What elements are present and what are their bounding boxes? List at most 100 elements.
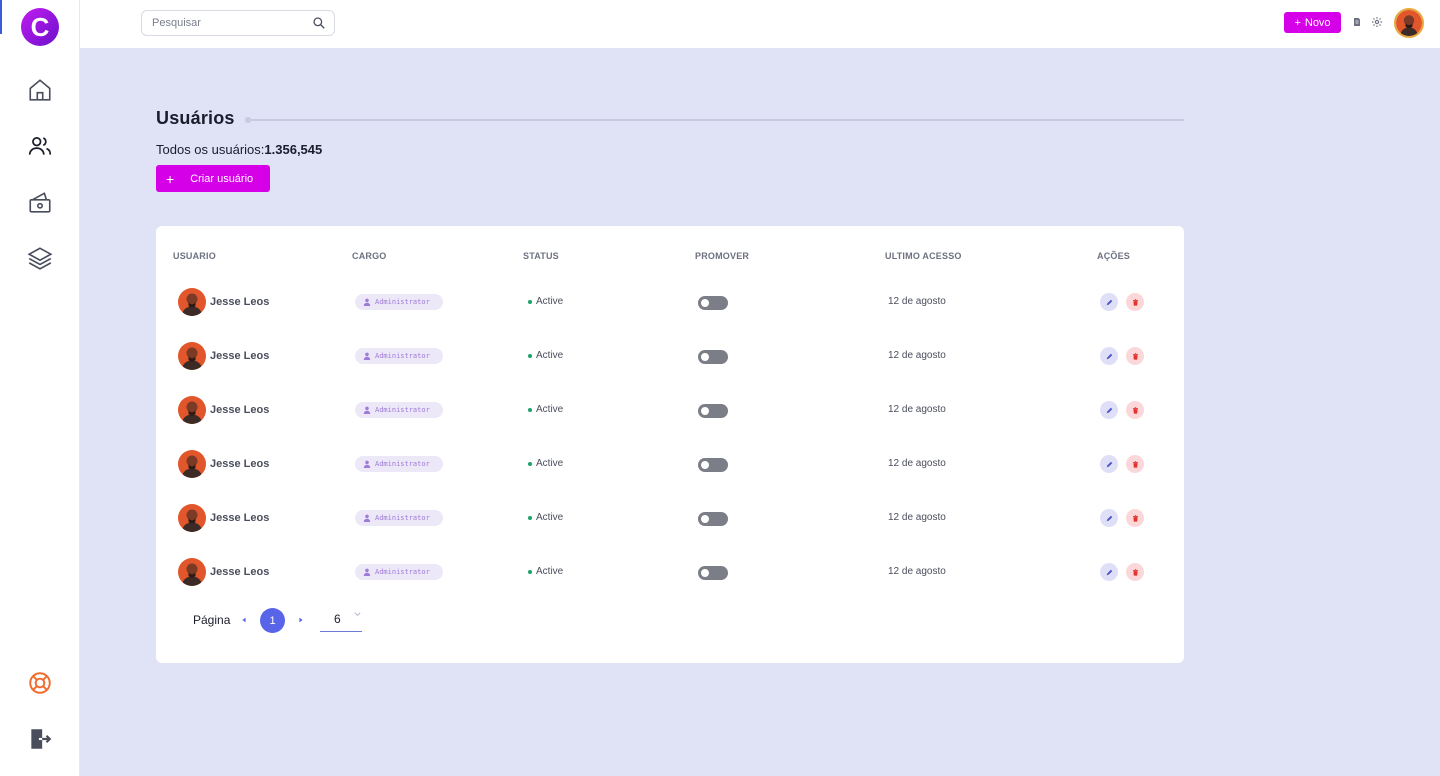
trash-icon [1132, 406, 1138, 414]
search-input[interactable] [142, 11, 302, 35]
status-label: Active [536, 458, 564, 469]
role-label: Administrator [375, 352, 430, 360]
user-name: Jesse Leos [210, 296, 270, 308]
pagination-label: Página [193, 613, 231, 627]
home-icon[interactable] [26, 76, 54, 104]
promote-toggle[interactable] [698, 458, 728, 472]
toggle-knob [701, 299, 709, 307]
status-indicator: Active [528, 350, 563, 361]
status-indicator: Active [528, 296, 563, 307]
plus-icon: + [166, 170, 175, 187]
status-dot [528, 299, 532, 304]
edit-button[interactable] [1100, 347, 1118, 365]
table-row: Jesse Leos Administrator Active 12 de ag… [156, 287, 1184, 341]
delete-button[interactable] [1126, 347, 1144, 365]
topbar: + Novo [80, 0, 1440, 48]
delete-button[interactable] [1126, 455, 1144, 473]
status-dot [528, 353, 532, 358]
header-status: STATUS [523, 251, 559, 261]
create-user-label: Criar usuário [190, 172, 254, 185]
page-title: Usuários [156, 108, 235, 128]
delete-button[interactable] [1126, 293, 1144, 311]
delete-button[interactable] [1126, 509, 1144, 527]
edit-button[interactable] [1100, 401, 1118, 419]
edit-button[interactable] [1100, 293, 1118, 311]
edit-button[interactable] [1100, 509, 1118, 527]
header-ultimo-acesso: ULTIMO ACESSO [885, 251, 962, 261]
page-button-current[interactable]: 1 [260, 608, 285, 633]
trash-icon [1132, 298, 1138, 306]
new-button[interactable]: + Novo [1284, 12, 1341, 33]
toggle-knob [701, 569, 709, 577]
layers-icon[interactable] [26, 244, 54, 272]
toggle-knob [701, 461, 709, 469]
header-cargo: CARGO [352, 251, 387, 261]
delete-button[interactable] [1126, 401, 1144, 419]
table-row: Jesse Leos Administrator Active 12 de ag… [156, 557, 1184, 611]
trash-icon [1132, 460, 1138, 468]
next-page-icon[interactable] [297, 616, 305, 624]
status-label: Active [536, 512, 564, 523]
user-name: Jesse Leos [210, 458, 270, 470]
pencil-icon [1106, 353, 1112, 359]
toggle-knob [701, 407, 709, 415]
user-avatar [178, 342, 206, 370]
create-user-button[interactable]: + Criar usuário [156, 165, 270, 192]
chevron-down-icon [354, 612, 361, 617]
status-indicator: Active [528, 404, 563, 415]
logo-letter: C [30, 11, 50, 42]
status-dot [528, 407, 532, 412]
user-icon [363, 406, 371, 414]
role-label: Administrator [375, 406, 430, 414]
user-avatar[interactable] [1394, 8, 1424, 38]
wallet-icon[interactable] [26, 188, 54, 216]
user-name: Jesse Leos [210, 350, 270, 362]
delete-button[interactable] [1126, 563, 1144, 581]
status-indicator: Active [528, 458, 563, 469]
promote-toggle[interactable] [698, 512, 728, 526]
users-total: Todos os usuários:1.356,545 [156, 142, 322, 157]
notification-icon[interactable] [1351, 16, 1363, 28]
status-label: Active [536, 296, 564, 307]
user-avatar [178, 288, 206, 316]
header-promover: PROMOVER [695, 251, 750, 261]
search-box[interactable] [141, 10, 335, 36]
promote-toggle[interactable] [698, 566, 728, 580]
status-indicator: Active [528, 566, 563, 577]
title-divider [247, 119, 1184, 121]
role-badge: Administrator [355, 348, 443, 364]
header-usuario: USUARIO [173, 251, 216, 261]
user-icon [363, 514, 371, 522]
last-access: 12 de agosto [888, 566, 946, 577]
status-label: Active [536, 404, 564, 415]
users-icon[interactable] [26, 132, 54, 160]
last-access: 12 de agosto [888, 350, 946, 361]
promote-toggle[interactable] [698, 404, 728, 418]
user-name: Jesse Leos [210, 566, 270, 578]
prev-page-icon[interactable] [240, 616, 248, 624]
user-name: Jesse Leos [210, 404, 270, 416]
plus-icon: + [1294, 16, 1301, 29]
status-label: Active [536, 566, 564, 577]
help-icon[interactable] [26, 669, 54, 697]
promote-toggle[interactable] [698, 296, 728, 310]
table-row: Jesse Leos Administrator Active 12 de ag… [156, 341, 1184, 395]
user-icon [363, 352, 371, 360]
role-label: Administrator [375, 568, 430, 576]
logout-icon[interactable] [26, 725, 54, 753]
search-icon[interactable] [312, 16, 326, 30]
role-label: Administrator [375, 298, 430, 306]
user-avatar [178, 396, 206, 424]
role-badge: Administrator [355, 294, 443, 310]
page-size-select[interactable]: 6 [320, 608, 362, 632]
user-icon [363, 460, 371, 468]
last-access: 12 de agosto [888, 458, 946, 469]
pencil-icon [1106, 461, 1112, 467]
edit-button[interactable] [1100, 455, 1118, 473]
promote-toggle[interactable] [698, 350, 728, 364]
settings-icon[interactable] [1371, 16, 1383, 28]
status-label: Active [536, 350, 564, 361]
app-logo[interactable]: C [21, 8, 59, 46]
edit-button[interactable] [1100, 563, 1118, 581]
role-badge: Administrator [355, 456, 443, 472]
